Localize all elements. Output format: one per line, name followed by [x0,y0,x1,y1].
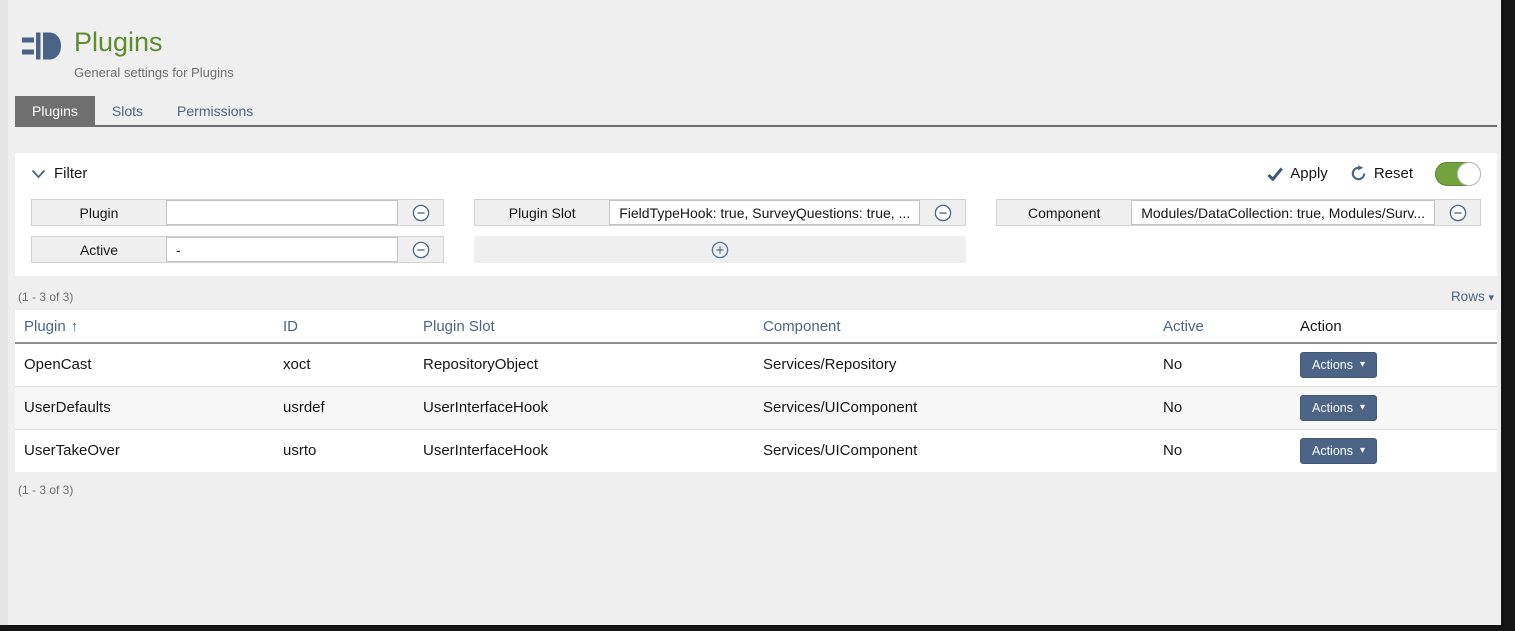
minus-circle-icon [934,204,952,222]
column-header-plugin-slot[interactable]: Plugin Slot [414,310,754,343]
chevron-down-icon [31,169,46,179]
table-row: UserTakeOver usrto UserInterfaceHook Ser… [15,429,1497,472]
arrow-up-icon: ↑ [71,318,79,335]
filter-field-component-input[interactable]: Modules/DataCollection: true, Modules/Su… [1131,200,1435,225]
rows-dropdown[interactable]: Rows ▾ [1451,289,1494,304]
cell-component: Services/UIComponent [754,429,1154,472]
table-meta-row: (1 - 3 of 3) Rows ▾ [15,289,1497,304]
cell-id: usrto [274,429,414,472]
filter-field-active: Active - [31,236,444,263]
apply-button[interactable]: Apply [1267,165,1328,182]
table-header-row: Plugin↑ ID Plugin Slot Component Active … [15,310,1497,343]
caret-down-icon: ▾ [1360,402,1365,413]
column-header-id[interactable]: ID [274,310,414,343]
reset-button[interactable]: Reset [1350,165,1413,182]
tab-permissions[interactable]: Permissions [160,96,270,125]
filter-header: Filter Apply [15,153,1497,194]
plugins-table: Plugin↑ ID Plugin Slot Component Active … [15,310,1497,472]
filter-field-plugin: Plugin [31,199,444,226]
apply-label: Apply [1290,165,1328,182]
remove-filter-plugin-slot-button[interactable] [920,200,965,225]
actions-button[interactable]: Actions ▾ [1300,352,1377,378]
reset-label: Reset [1374,165,1413,182]
filter-field-plugin-input[interactable] [166,200,398,225]
toggle-knob [1457,162,1481,186]
plus-circle-icon [711,241,729,259]
column-header-plugin-label: Plugin [24,318,66,335]
actions-button-label: Actions [1312,444,1353,458]
actions-button[interactable]: Actions ▾ [1300,438,1377,464]
table-row: OpenCast xoct RepositoryObject Services/… [15,343,1497,386]
caret-down-icon: ▾ [1488,292,1494,304]
cell-plugin: UserDefaults [15,386,274,429]
cell-active: No [1154,343,1291,386]
tabs-bar: Plugins Slots Permissions [15,96,1497,127]
refresh-icon [1350,165,1367,182]
caret-down-icon: ▾ [1360,445,1365,456]
filter-field-plugin-slot: Plugin Slot FieldTypeHook: true, SurveyQ… [474,199,966,226]
actions-button-label: Actions [1312,358,1353,372]
plug-icon [22,32,62,60]
cell-active: No [1154,386,1291,429]
add-filter-button[interactable] [474,236,966,263]
cell-plugin-slot: UserInterfaceHook [414,386,754,429]
filter-title: Filter [54,165,87,182]
remove-filter-component-button[interactable] [1435,200,1480,225]
filter-field-plugin-slot-label: Plugin Slot [475,200,609,225]
filter-field-component: Component Modules/DataCollection: true, … [996,199,1481,226]
header-texts: Plugins General settings for Plugins [74,27,234,80]
filter-field-plugin-slot-input[interactable]: FieldTypeHook: true, SurveyQuestions: tr… [609,200,920,225]
minus-circle-icon [1449,204,1467,222]
cell-component: Services/UIComponent [754,386,1154,429]
filter-field-plugin-label: Plugin [32,200,166,225]
column-header-component[interactable]: Component [754,310,1154,343]
minus-circle-icon [412,241,430,259]
minus-circle-icon [412,204,430,222]
column-header-plugin[interactable]: Plugin ↑ [15,310,274,343]
table-row: UserDefaults usrdef UserInterfaceHook Se… [15,386,1497,429]
cell-component: Services/Repository [754,343,1154,386]
actions-button-label: Actions [1312,401,1353,415]
plugins-table-panel: Plugin↑ ID Plugin Slot Component Active … [15,310,1497,472]
remove-filter-plugin-button[interactable] [398,200,443,225]
cell-plugin: UserTakeOver [15,429,274,472]
left-edge-strip [0,0,8,625]
page-subtitle: General settings for Plugins [74,65,234,80]
filter-field-active-label: Active [32,237,166,262]
tab-slots[interactable]: Slots [95,96,160,125]
filter-field-active-input[interactable]: - [166,237,398,262]
result-count-top: (1 - 3 of 3) [18,290,73,304]
filter-collapse-control[interactable]: Filter [31,165,87,182]
filter-body: Plugin Plugin Slot FieldTypeHook: true, … [15,194,1497,276]
filter-controls: Apply Reset [1267,162,1481,186]
cell-plugin-slot: RepositoryObject [414,343,754,386]
cell-plugin-slot: UserInterfaceHook [414,429,754,472]
result-count-bottom: (1 - 3 of 3) [15,472,1497,508]
filter-toggle[interactable] [1435,162,1481,186]
cell-id: usrdef [274,386,414,429]
remove-filter-active-button[interactable] [398,237,443,262]
caret-down-icon: ▾ [1360,359,1365,370]
cell-plugin: OpenCast [15,343,274,386]
filter-panel: Filter Apply [15,153,1497,276]
filter-body-spacer [996,236,1481,263]
cell-active: No [1154,429,1291,472]
page-header: Plugins General settings for Plugins [0,0,1501,80]
tab-plugins[interactable]: Plugins [15,96,95,125]
rows-dropdown-label: Rows [1451,289,1485,304]
check-icon [1267,167,1283,181]
app-window: Plugins General settings for Plugins Plu… [0,0,1501,625]
column-header-active[interactable]: Active [1154,310,1291,343]
column-header-action: Action [1291,310,1497,343]
cell-id: xoct [274,343,414,386]
page-title: Plugins [74,27,234,58]
filter-field-component-label: Component [997,200,1131,225]
actions-button[interactable]: Actions ▾ [1300,395,1377,421]
